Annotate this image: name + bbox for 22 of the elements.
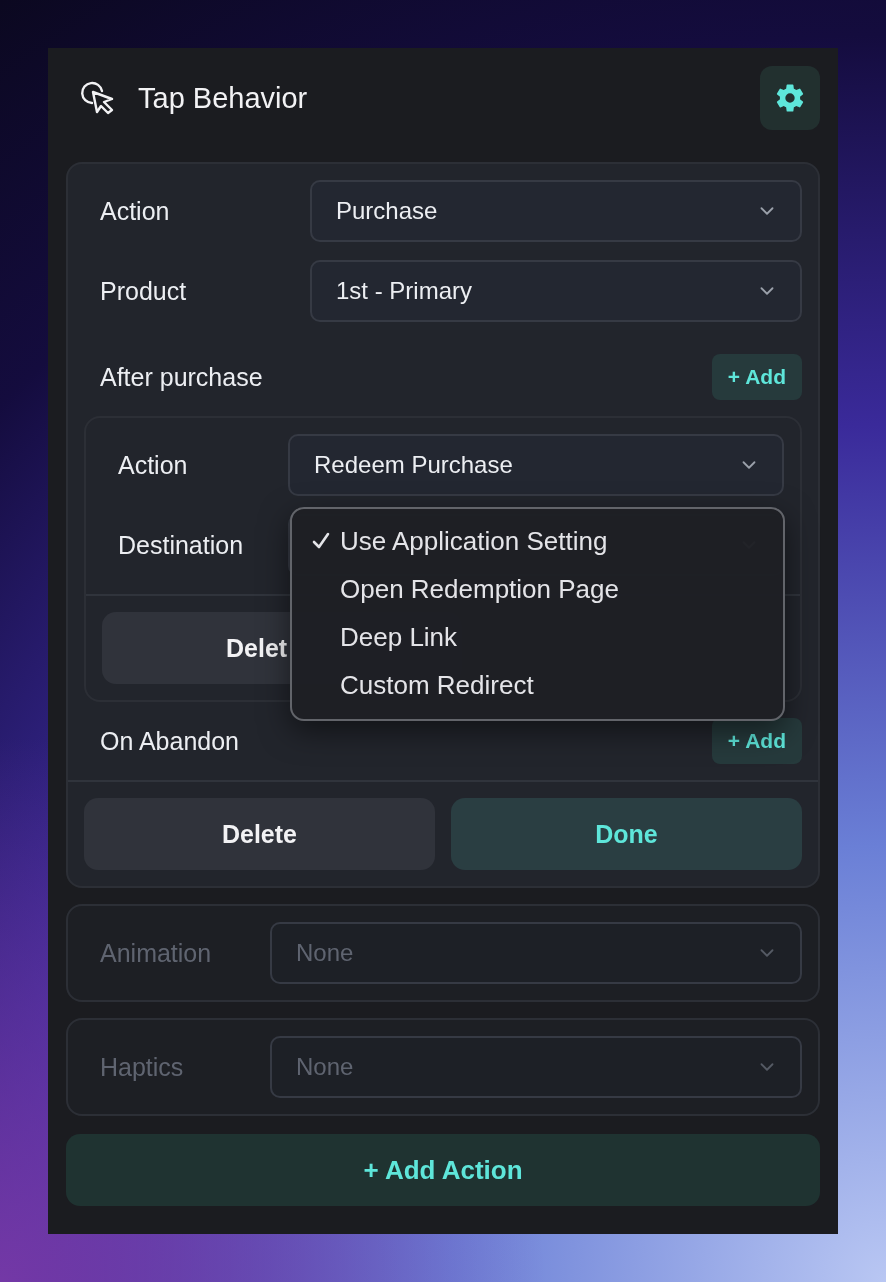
delete-button[interactable]: Delete <box>84 798 435 870</box>
field-label: Haptics <box>100 1052 185 1082</box>
add-action-button[interactable]: + Add Action <box>66 1134 820 1206</box>
field-label: Animation <box>100 938 213 968</box>
add-button[interactable]: + Add <box>711 718 802 764</box>
field-label: Action <box>118 450 189 480</box>
select-field[interactable]: 1st - Primary <box>310 260 802 322</box>
settings-icon <box>775 83 805 113</box>
section-label: After purchase <box>100 362 264 392</box>
add-button[interactable]: + Add <box>711 354 802 400</box>
panel-title: Tap Behavior <box>138 81 308 115</box>
section-label: On Abandon <box>100 726 240 756</box>
field-label: Product <box>100 276 188 306</box>
select-field[interactable]: Redeem Purchase <box>288 434 784 496</box>
field-label: Action <box>100 196 171 226</box>
tap-cursor-icon <box>80 81 116 115</box>
field-label: Destination <box>118 530 245 560</box>
select-field[interactable]: Purchase <box>310 180 802 242</box>
menu-item[interactable]: Use Application Setting <box>292 517 783 565</box>
menu-item[interactable]: Open Redemption Page <box>292 565 783 613</box>
settings-button[interactable] <box>760 66 820 130</box>
done-button[interactable]: Done <box>451 798 802 870</box>
